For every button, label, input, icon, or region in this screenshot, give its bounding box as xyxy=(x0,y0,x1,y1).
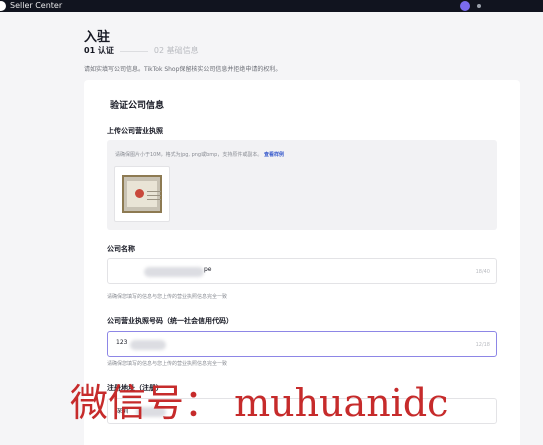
license-number-counter: 12/18 xyxy=(475,342,490,348)
license-number-value: 123 xyxy=(116,339,128,346)
top-bar: Seller Center xyxy=(0,0,543,12)
redacted-text xyxy=(130,340,166,350)
seal-icon xyxy=(135,189,144,198)
license-upload-label: 上传公司营业执照 xyxy=(107,127,163,135)
watermark: 微信号： muhuanidc xyxy=(70,381,449,425)
company-name-value: pe xyxy=(204,266,212,273)
license-number-label: 公司营业执照号码（统一社会信用代码） xyxy=(107,317,233,325)
page-title: 入驻 xyxy=(84,30,111,45)
menu-dot-icon[interactable] xyxy=(477,4,481,8)
section-title: 验证公司信息 xyxy=(110,101,165,111)
license-number-input[interactable]: 123 12/18 xyxy=(107,331,497,357)
step-divider xyxy=(119,50,148,52)
step-1-label: 01 认证 xyxy=(84,46,114,55)
company-name-helper: 请确保您填写的信息与您上传的营业执照信息完全一致 xyxy=(107,294,228,300)
license-image xyxy=(122,175,162,213)
company-name-label: 公司名称 xyxy=(107,245,135,253)
avatar[interactable] xyxy=(460,1,470,11)
company-name-input[interactable]: pe 18/40 xyxy=(107,258,497,284)
view-sample-link[interactable]: 查看样例 xyxy=(264,152,284,158)
upload-hint: 请确保图片小于10M，格式为jpg, png或bmp，支持原件或副本。 查看样例 xyxy=(115,151,284,158)
license-number-helper: 请确保您填写的信息与您上传的营业执照信息完全一致 xyxy=(107,361,228,367)
step-indicator: 01 认证 02 基础信息 xyxy=(84,46,199,56)
app-title: Seller Center xyxy=(10,1,63,10)
company-name-counter: 18/40 xyxy=(475,269,490,275)
intro-text: 请如实填写公司信息。TikTok Shop保留核实公司信息并拒绝申请的权利。 xyxy=(84,66,282,73)
license-upload-area[interactable]: 请确保图片小于10M，格式为jpg, png或bmp，支持原件或副本。 查看样例 xyxy=(107,140,497,230)
tiktok-logo-icon[interactable] xyxy=(0,1,6,11)
upload-hint-text: 请确保图片小于10M，格式为jpg, png或bmp，支持原件或副本。 xyxy=(115,152,263,158)
redacted-text xyxy=(144,267,204,277)
license-thumbnail[interactable] xyxy=(114,166,170,222)
step-2-label: 02 基础信息 xyxy=(153,46,199,55)
